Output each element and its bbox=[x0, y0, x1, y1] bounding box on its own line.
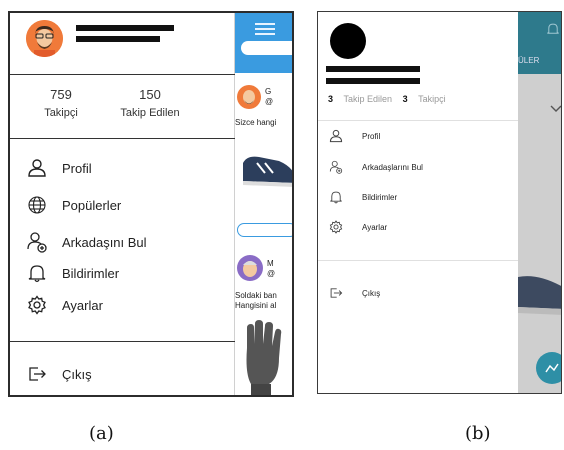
menu-label: Bildirimler bbox=[62, 265, 120, 281]
menu-item-ayarlar[interactable]: Ayarlar bbox=[26, 292, 103, 318]
sneaker-image[interactable] bbox=[239, 143, 292, 191]
caption-b: (b) bbox=[465, 423, 491, 444]
logout-icon bbox=[328, 285, 344, 301]
scrim-overlay[interactable]: ÜLER bbox=[518, 12, 561, 393]
followers-label[interactable]: Takipçi bbox=[418, 94, 446, 104]
follow-stats: 759 Takipçi 150 Takip Edilen bbox=[10, 83, 235, 133]
app-bar-dimmed: ÜLER bbox=[518, 12, 561, 74]
drawer-header bbox=[10, 13, 235, 73]
logout-button[interactable]: Çıkış bbox=[328, 284, 380, 302]
followers-count: 759 bbox=[50, 87, 72, 102]
caption-a: (a) bbox=[89, 423, 114, 444]
feed-username-2: M bbox=[267, 259, 274, 268]
menu-item-profil[interactable]: Profil bbox=[328, 127, 380, 145]
person-icon bbox=[328, 128, 344, 144]
following-stat[interactable]: 150 Takip Edilen bbox=[110, 87, 190, 119]
redacted-username bbox=[326, 78, 420, 84]
bell-icon bbox=[26, 262, 48, 284]
followers-count: 3 bbox=[402, 94, 408, 104]
navigation-drawer: 3 Takip Edilen 3 Takipçi Profil Arkadaşl… bbox=[318, 12, 518, 393]
chevron-down-icon[interactable] bbox=[550, 100, 561, 118]
menu-item-profil[interactable]: Profil bbox=[26, 155, 92, 181]
logout-icon bbox=[26, 363, 48, 385]
feed-avatar-2 bbox=[237, 255, 263, 281]
feed-search-bar[interactable] bbox=[241, 41, 292, 55]
divider bbox=[10, 138, 235, 139]
following-count: 150 bbox=[139, 87, 161, 102]
menu-label: Profil bbox=[362, 131, 381, 141]
following-label[interactable]: Takip Edilen bbox=[344, 94, 393, 104]
following-count: 3 bbox=[328, 94, 334, 104]
followers-stat[interactable]: 759 Takipçi bbox=[36, 87, 86, 119]
avatar[interactable] bbox=[330, 23, 366, 59]
logout-button[interactable]: Çıkış bbox=[26, 361, 92, 387]
divider bbox=[10, 341, 235, 342]
followers-label: Takipçi bbox=[44, 107, 78, 119]
logout-label: Çıkış bbox=[362, 288, 381, 298]
divider bbox=[318, 260, 518, 261]
menu-item-bildirimler[interactable]: Bildirimler bbox=[26, 260, 119, 286]
feed-handle-2: @ bbox=[267, 269, 276, 278]
menu-label: Profil bbox=[62, 160, 92, 176]
feed-button[interactable] bbox=[237, 223, 292, 237]
gear-icon bbox=[26, 294, 48, 316]
bell-icon bbox=[328, 189, 344, 205]
navigation-drawer: 759 Takipçi 150 Takip Edilen Profil Popü… bbox=[10, 13, 235, 395]
redacted-name bbox=[326, 66, 420, 72]
feed-post-text: Sizce hangi bbox=[235, 118, 277, 127]
screenshot-a: 759 Takipçi 150 Takip Edilen Profil Popü… bbox=[8, 11, 294, 397]
divider bbox=[318, 120, 518, 121]
feed-username: G bbox=[265, 87, 272, 96]
menu-label: Arkadaşlarını Bul bbox=[362, 162, 423, 172]
bell-icon[interactable] bbox=[546, 22, 560, 41]
add-person-icon bbox=[328, 159, 344, 175]
add-person-icon bbox=[26, 231, 48, 253]
tab-label[interactable]: ÜLER bbox=[518, 56, 539, 65]
feed-avatar bbox=[237, 85, 261, 109]
menu-item-arkadasini-bul[interactable]: Arkadaşını Bul bbox=[26, 229, 147, 255]
globe-icon bbox=[26, 194, 48, 216]
menu-label: Popülerler bbox=[62, 197, 122, 213]
menu-item-populerler[interactable]: Popülerler bbox=[26, 192, 121, 218]
feed-post-text-2b: Hangisini al bbox=[235, 301, 277, 310]
feed-app-bar bbox=[235, 13, 292, 73]
menu-label: Ayarlar bbox=[362, 222, 388, 232]
fab-button[interactable] bbox=[536, 352, 561, 384]
menu-label: Arkadaşını Bul bbox=[62, 234, 147, 250]
feed-handle: @ bbox=[265, 97, 274, 106]
redacted-username bbox=[76, 36, 160, 42]
avatar[interactable] bbox=[26, 20, 63, 57]
follow-stats: 3 Takip Edilen 3 Takipçi bbox=[328, 94, 446, 104]
feed-post-text-2: Soldaki ban bbox=[235, 291, 277, 300]
feed-background: G @ Sizce hangi M @ Soldaki ban Hangisin… bbox=[235, 13, 292, 395]
logout-label: Çıkış bbox=[62, 366, 92, 382]
menu-icon[interactable] bbox=[255, 23, 275, 38]
menu-label: Bildirimler bbox=[362, 192, 398, 202]
gear-icon bbox=[328, 219, 344, 235]
redacted-name bbox=[76, 25, 174, 31]
screenshot-b: 3 Takip Edilen 3 Takipçi Profil Arkadaşl… bbox=[317, 11, 562, 394]
menu-item-arkadaslarini-bul[interactable]: Arkadaşlarını Bul bbox=[328, 158, 423, 176]
person-icon bbox=[26, 157, 48, 179]
menu-item-bildirimler[interactable]: Bildirimler bbox=[328, 188, 397, 206]
divider bbox=[10, 74, 235, 75]
sneaker-image bbox=[518, 267, 561, 317]
menu-label: Ayarlar bbox=[62, 297, 103, 313]
menu-item-ayarlar[interactable]: Ayarlar bbox=[328, 218, 387, 236]
glove-image[interactable] bbox=[239, 318, 289, 395]
following-label: Takip Edilen bbox=[120, 107, 180, 119]
